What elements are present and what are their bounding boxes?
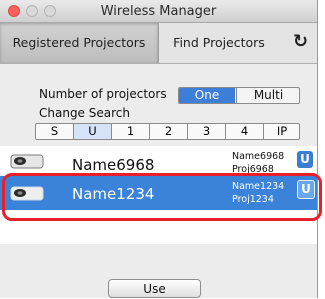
projector-count-segmented-control: One Multi bbox=[178, 87, 300, 104]
tab-registered-projectors[interactable]: Registered Projectors bbox=[0, 23, 159, 63]
window-title: Wireless Manager bbox=[100, 4, 217, 19]
title-bar: Wireless Manager bbox=[0, 0, 317, 23]
tab-bar: Registered Projectors Find Projectors ↻ bbox=[0, 23, 317, 64]
count-option-one[interactable]: One bbox=[179, 88, 235, 103]
tab-find-projectors[interactable]: Find Projectors bbox=[160, 23, 278, 63]
search-option-3[interactable]: 3 bbox=[187, 124, 225, 139]
selection-highlight-annotation bbox=[2, 173, 322, 221]
search-option-1[interactable]: 1 bbox=[111, 124, 149, 139]
projector-meta-name: Name6968 bbox=[232, 151, 285, 162]
projector-name: Name6968 bbox=[72, 156, 155, 174]
search-option-s[interactable]: S bbox=[36, 124, 73, 139]
wireless-manager-window: Wireless Manager Registered Projectors F… bbox=[0, 0, 318, 298]
search-settings-panel: Number of projectors One Multi Change Se… bbox=[30, 80, 301, 148]
search-option-2[interactable]: 2 bbox=[149, 124, 187, 139]
count-option-multi[interactable]: Multi bbox=[236, 88, 299, 103]
refresh-icon[interactable]: ↻ bbox=[293, 31, 308, 52]
search-option-ip[interactable]: IP bbox=[263, 124, 299, 139]
search-mode-segmented-control: S U 1 2 3 4 IP bbox=[35, 123, 300, 140]
u-button[interactable]: U bbox=[297, 151, 313, 168]
projector-icon bbox=[10, 154, 44, 169]
change-search-label: Change Search bbox=[39, 106, 130, 120]
search-option-4[interactable]: 4 bbox=[225, 124, 263, 139]
search-option-u[interactable]: U bbox=[73, 124, 111, 139]
use-button[interactable]: Use bbox=[108, 279, 201, 298]
projector-count-label: Number of projectors bbox=[39, 87, 167, 101]
